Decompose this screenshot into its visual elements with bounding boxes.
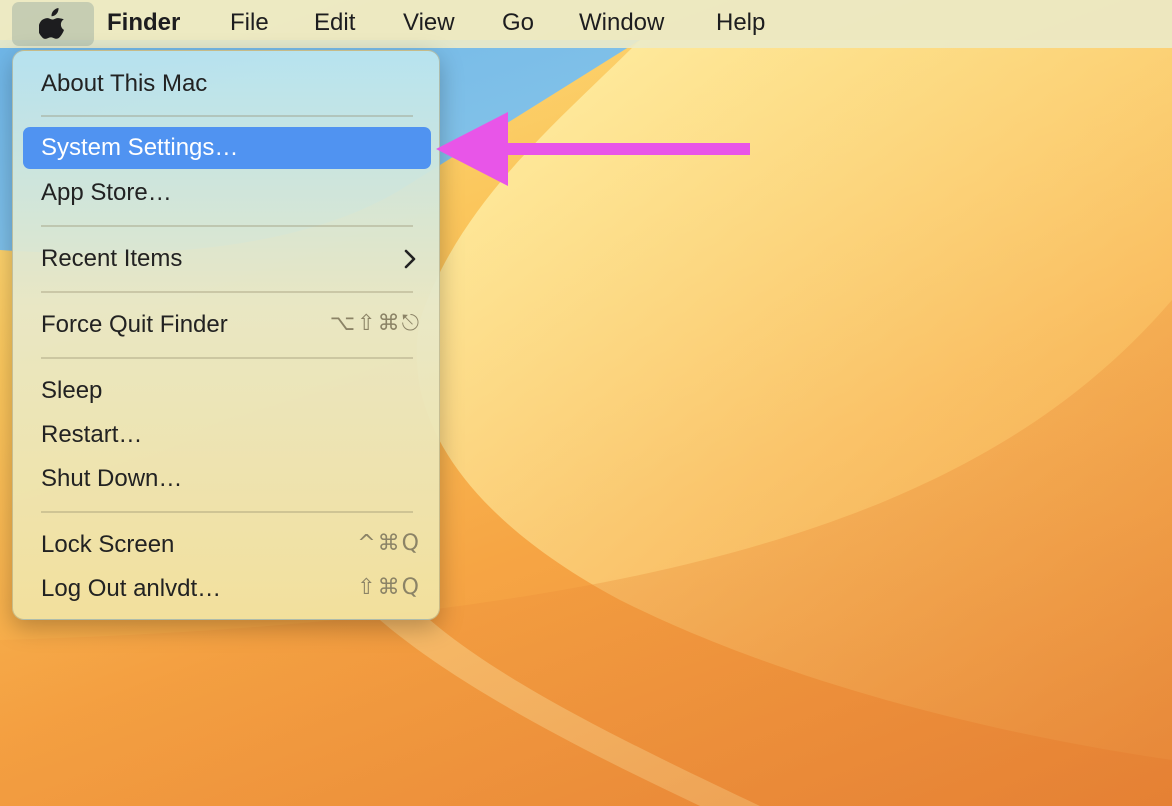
annotation-arrow-icon [436,112,750,186]
force-quit-label: Force Quit Finder [41,311,228,338]
menu-separator [41,291,413,293]
shut-down-item[interactable]: Shut Down… [23,458,431,500]
menu-separator [41,115,413,117]
apple-menu-dropdown: About This Mac System Settings… App Stor… [12,50,440,620]
menu-view[interactable]: View [403,9,455,37]
lock-screen-label: Lock Screen [41,531,175,558]
apple-logo-icon [39,8,64,39]
menu-help[interactable]: Help [716,9,765,37]
log-out-label: Log Out anlvdt… [41,575,222,602]
app-store-label: App Store… [41,179,172,206]
force-quit-item[interactable]: Force Quit Finder ⌥⇧⌘⎋ [23,304,431,346]
menu-edit[interactable]: Edit [314,9,355,37]
recent-items-item[interactable]: Recent Items [23,238,431,280]
lock-screen-shortcut: ^⌘Q [357,531,421,556]
log-out-shortcut: ⇧⌘Q [357,575,421,600]
restart-item[interactable]: Restart… [23,414,431,456]
system-settings-item[interactable]: System Settings… [23,127,431,169]
about-this-mac-label: About This Mac [41,70,208,97]
about-this-mac-item[interactable]: About This Mac [23,63,431,105]
lock-screen-item[interactable]: Lock Screen ^⌘Q [23,524,431,566]
menu-separator [41,357,413,359]
menu-bar: Finder File Edit View Go Window Help [0,0,1172,48]
menu-go[interactable]: Go [502,9,534,37]
app-store-item[interactable]: App Store… [23,172,431,214]
menu-separator [41,225,413,227]
menu-window[interactable]: Window [579,9,664,37]
menu-file[interactable]: File [230,9,269,37]
sleep-label: Sleep [41,377,103,404]
log-out-item[interactable]: Log Out anlvdt… ⇧⌘Q [23,568,431,610]
menu-separator [41,511,413,513]
restart-label: Restart… [41,421,143,448]
shut-down-label: Shut Down… [41,465,183,492]
force-quit-shortcut: ⌥⇧⌘⎋ [329,311,421,336]
sleep-item[interactable]: Sleep [23,370,431,412]
recent-items-label: Recent Items [41,245,183,272]
apple-menu-button[interactable] [12,2,94,46]
system-settings-label: System Settings… [41,134,239,161]
menu-finder[interactable]: Finder [107,9,180,37]
chevron-right-icon [404,249,416,269]
